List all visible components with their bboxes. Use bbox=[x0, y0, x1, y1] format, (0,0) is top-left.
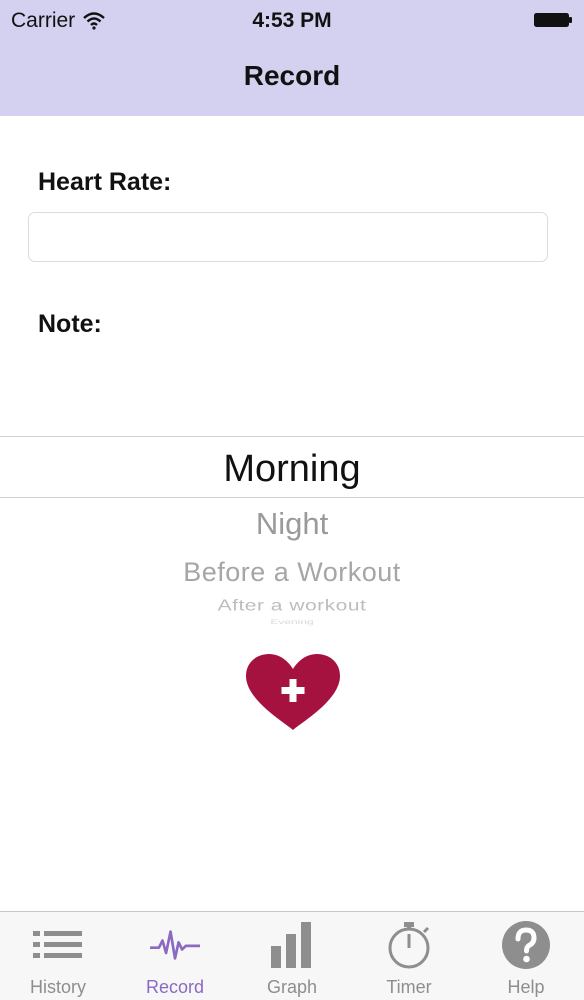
heart-rate-label: Heart Rate: bbox=[38, 168, 172, 196]
question-icon bbox=[502, 921, 550, 969]
status-bar: Carrier 4:53 PM bbox=[0, 0, 584, 42]
battery-icon bbox=[534, 13, 572, 27]
tab-record[interactable]: Record bbox=[117, 912, 233, 1000]
status-time: 4:53 PM bbox=[252, 9, 332, 32]
picker-item[interactable]: Night bbox=[0, 506, 584, 542]
note-label: Note: bbox=[38, 310, 102, 338]
picker-bottom-divider bbox=[0, 497, 584, 498]
picker-top-divider bbox=[0, 436, 584, 437]
picker-item-selected[interactable]: Morning bbox=[0, 448, 584, 491]
tab-help[interactable]: Help bbox=[468, 912, 584, 1000]
tab-timer[interactable]: Timer bbox=[351, 912, 467, 1000]
add-record-button[interactable] bbox=[244, 652, 342, 732]
stopwatch-icon bbox=[388, 922, 430, 969]
tab-graph[interactable]: Graph bbox=[234, 912, 350, 1000]
tab-timer-label: Timer bbox=[386, 977, 432, 997]
tab-help-label: Help bbox=[507, 977, 545, 997]
picker-item[interactable]: After a workout bbox=[0, 597, 584, 615]
heart-rate-input[interactable] bbox=[28, 212, 548, 262]
tab-history[interactable]: History bbox=[0, 912, 116, 1000]
record-screen: Carrier 4:53 PM Record Heart Rate: Note:… bbox=[0, 0, 584, 1000]
picker-item[interactable]: Evening bbox=[0, 619, 584, 626]
page-title: Record bbox=[243, 60, 341, 91]
tab-record-label: Record bbox=[145, 977, 205, 997]
time-of-day-picker[interactable]: Morning Night Before a Workout After a w… bbox=[0, 436, 584, 636]
list-icon bbox=[33, 931, 82, 958]
tab-history-label: History bbox=[29, 977, 86, 997]
bar-chart-icon bbox=[271, 922, 311, 968]
tab-graph-label: Graph bbox=[266, 977, 318, 997]
header: Carrier 4:53 PM Record bbox=[0, 0, 584, 116]
picker-item[interactable]: Before a Workout bbox=[0, 557, 584, 588]
tab-bar: History Record Graph Timer Help bbox=[0, 911, 584, 1000]
heartbeat-icon bbox=[150, 930, 200, 960]
